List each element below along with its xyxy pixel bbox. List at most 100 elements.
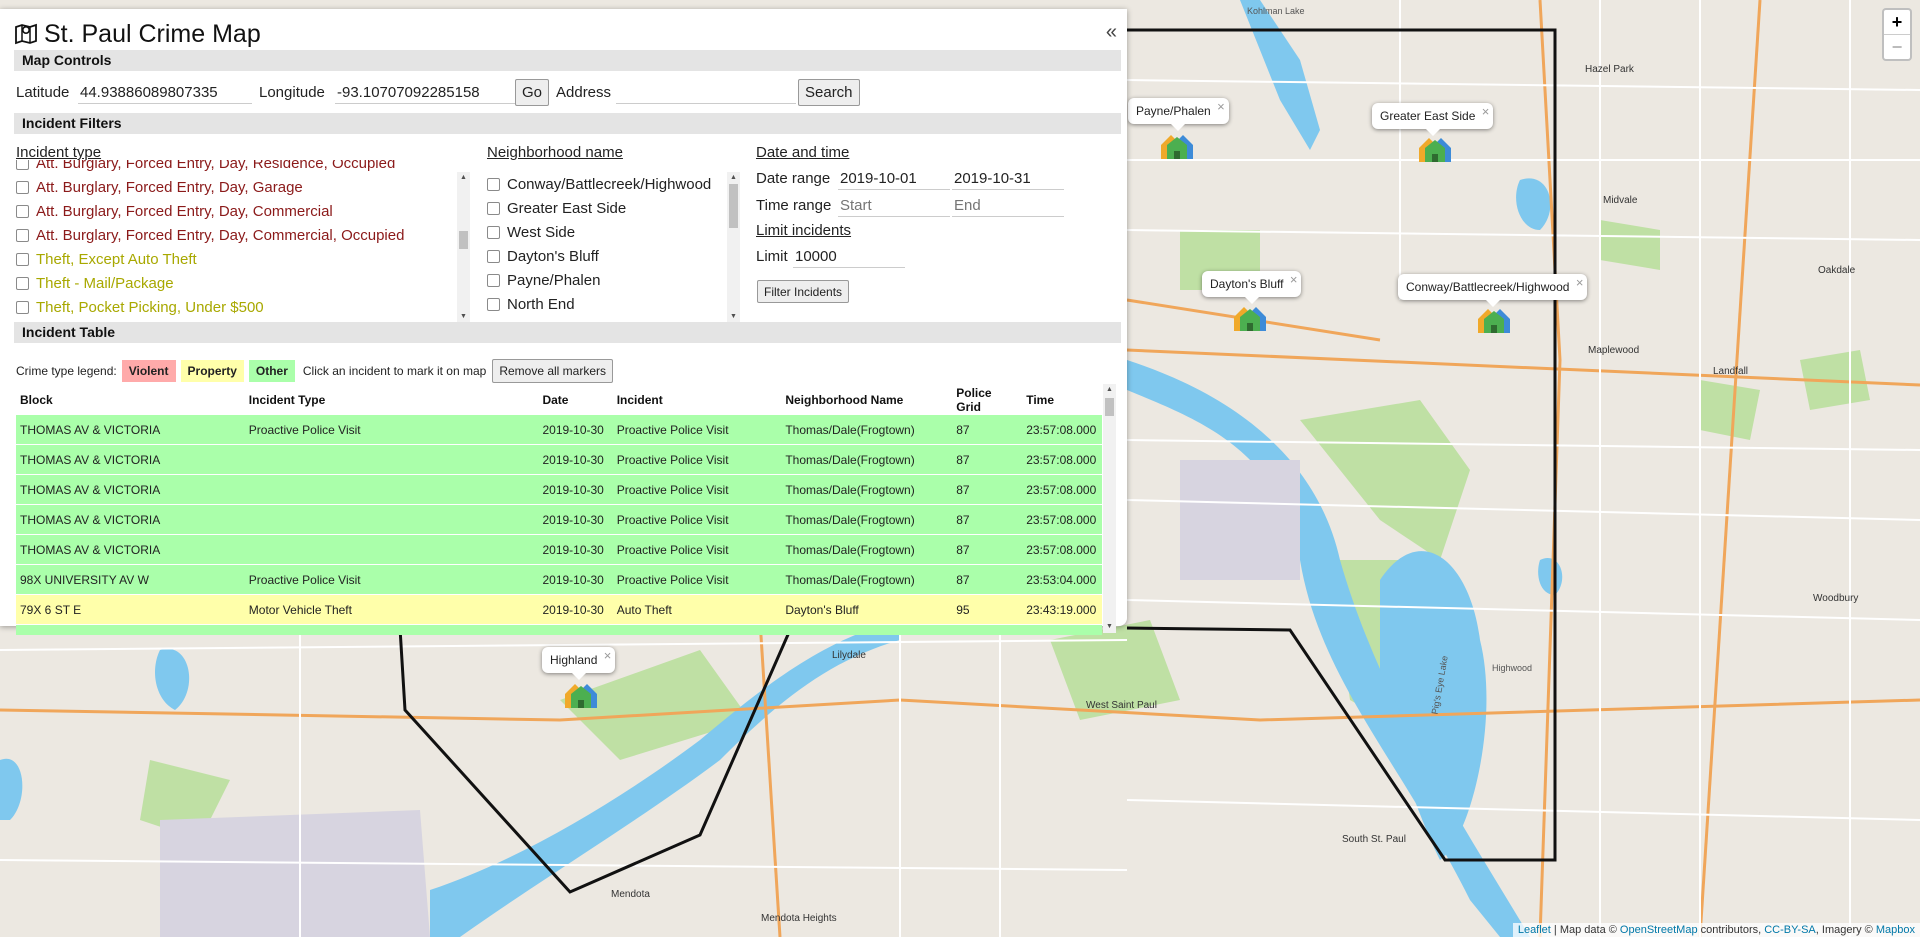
checkbox[interactable] [16,180,29,194]
incident-type-option[interactable]: Att. Burglary, Forced Entry, Day, Commer… [16,199,462,223]
neighborhood-scrollbar[interactable]: ▲ ▼ [727,172,740,323]
popup-daytons-bluff[interactable]: Dayton's Bluff × [1202,271,1302,304]
checkbox[interactable] [487,249,500,263]
checkbox[interactable] [16,252,29,266]
scroll-up-icon[interactable]: ▲ [1103,384,1116,396]
checkbox[interactable] [487,273,500,287]
table-row[interactable]: THOMAS AV & VICTORIA 2019-10-30 Proactive … [16,444,1102,475]
longitude-input[interactable] [335,81,515,104]
table-row[interactable]: THOMAS AV & VICTORIA 2019-10-30 Proactive … [16,534,1102,565]
table-row[interactable]: 79X 6 ST E Motor Vehicle Theft 2019-10-30 A… [16,594,1102,625]
incident-type-option[interactable]: Theft, Except Auto Theft [16,247,462,271]
column-header[interactable]: Incident Type [245,386,539,415]
checkbox[interactable] [487,297,500,311]
map-label-south-st-paul: South St. Paul [1342,834,1406,845]
incident-type-label: Theft - Mail/Package [36,274,174,292]
checkbox[interactable] [16,276,29,290]
popup-payne-phalen[interactable]: Payne/Phalen × [1128,98,1229,131]
column-header[interactable]: Block [16,386,245,415]
column-header[interactable]: Time [1022,386,1102,415]
close-icon[interactable]: × [1482,104,1490,119]
house-marker-icon[interactable] [1230,303,1270,333]
popup-conway-battlecreek-highwood[interactable]: Conway/Battlecreek/Highwood × [1398,274,1588,307]
column-header[interactable]: Police Grid [952,386,1022,415]
zoom-out-button[interactable]: − [1884,34,1910,59]
column-header[interactable]: Date [538,386,612,415]
time-end-input[interactable] [952,194,1064,217]
table-row[interactable]: THOMAS AV & VICTORIA 2019-10-30 Proactive … [16,504,1102,535]
incident-type-option[interactable]: Theft, Pocket Picking, Under $500 [16,295,462,319]
license-link[interactable]: CC-BY-SA [1764,924,1816,936]
close-icon[interactable]: × [1576,275,1584,290]
house-marker-icon[interactable] [1474,305,1514,335]
incident-type-option[interactable]: Att. Burglary, Forced Entry, Day, Garage [16,175,462,199]
checkbox[interactable] [487,201,500,215]
checkbox[interactable] [16,228,29,242]
popup-greater-east-side[interactable]: Greater East Side × [1372,103,1494,136]
incident-table: Block Incident Type Date Incident Neighborho… [16,386,1102,635]
table-row[interactable]: 98X UNIVERSITY AV W Proactive Police Visi… [16,564,1102,595]
popup-highland[interactable]: Highland × [542,647,616,680]
house-marker-icon[interactable] [1157,131,1197,161]
incident-type-option[interactable]: Theft - Mail/Package [16,271,462,295]
address-input[interactable] [616,81,796,104]
table-row[interactable]: THOMAS AV & VICTORIA Proactive Police Vis… [16,414,1102,445]
column-header[interactable]: Neighborhood Name [781,386,952,415]
close-icon[interactable]: × [1217,99,1225,114]
date-end-input[interactable] [952,167,1064,190]
mapbox-link[interactable]: Mapbox [1876,924,1915,936]
incident-table-container[interactable]: Block Incident Type Date Incident Neighborho… [16,386,1102,635]
time-start-input[interactable] [838,194,950,217]
scroll-thumb[interactable] [459,231,468,249]
neighborhood-option[interactable]: North End [487,292,725,316]
neighborhood-option[interactable]: West Side [487,220,725,244]
limit-input[interactable] [793,245,905,268]
house-marker-icon[interactable] [1415,134,1455,164]
checkbox[interactable] [16,160,29,170]
checkbox[interactable] [487,225,500,239]
column-header[interactable]: Incident [613,386,782,415]
close-icon[interactable]: × [604,648,612,663]
neighborhood-option[interactable]: Greater East Side [487,196,725,220]
neighborhood-option[interactable]: Conway/Battlecreek/Highwood [487,172,725,196]
cell-time: 23:57:08.000 [1022,414,1102,445]
scroll-thumb[interactable] [729,184,738,228]
table-row[interactable]: MARYLAND AV E & I35EProactive Police Vis… [16,624,1102,635]
cell-incident: Proactive Police Visit [612,504,782,535]
leaflet-link[interactable]: Leaflet [1518,924,1551,936]
cell-type [244,534,539,565]
cell-incident: Proactive Police Visit [612,414,782,445]
incident-type-scrollbar[interactable]: ▲ ▼ [457,172,470,323]
neighborhood-option[interactable]: Dayton's Bluff [487,244,725,268]
house-marker-icon[interactable] [561,680,601,710]
checkbox[interactable] [487,177,500,191]
checkbox[interactable] [16,300,29,314]
incident-type-option[interactable]: Att. Burglary, Forced Entry, Day, Reside… [16,160,462,175]
table-row[interactable]: THOMAS AV & VICTORIA 2019-10-30 Proactive … [16,474,1102,505]
incident-type-list[interactable]: Att. Burglary, Forced Entry, Day, Reside… [16,160,462,325]
neighborhood-list[interactable]: Conway/Battlecreek/Highwood Greater East … [487,172,725,324]
scroll-up-icon[interactable]: ▲ [727,172,740,184]
osm-link[interactable]: OpenStreetMap [1620,924,1698,936]
go-button[interactable]: Go [515,79,550,106]
neighborhood-option[interactable]: Payne/Phalen [487,268,725,292]
table-scrollbar[interactable]: ▲ ▼ [1103,384,1116,633]
double-chevron-left-icon[interactable]: « [1106,21,1117,44]
scroll-thumb[interactable] [1105,398,1114,416]
latitude-input[interactable] [78,81,252,104]
zoom-in-button[interactable]: + [1884,10,1910,34]
cell-grid: 32 [952,624,1023,635]
date-start-input[interactable] [838,167,950,190]
close-icon[interactable]: × [1290,272,1298,287]
search-button[interactable]: Search [798,79,860,106]
remove-markers-button[interactable]: Remove all markers [492,359,614,383]
cell-neighborhood: Thomas/Dale(Frogtown) [781,504,953,535]
date-time-heading: Date and time [756,144,850,161]
cell-grid: 87 [952,504,1023,535]
scroll-up-icon[interactable]: ▲ [457,172,470,184]
filter-incidents-button[interactable]: Filter Incidents [757,280,850,303]
scroll-down-icon[interactable]: ▼ [1103,621,1116,633]
checkbox[interactable] [16,204,29,218]
cell-incident: Auto Theft [612,594,782,625]
incident-type-option[interactable]: Att. Burglary, Forced Entry, Day, Commer… [16,223,462,247]
